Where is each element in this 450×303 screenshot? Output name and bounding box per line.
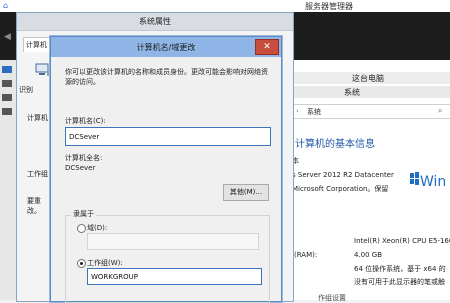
sysprop-fragment: 工作组 [27,170,48,178]
workgroup-input[interactable] [87,268,262,285]
dialog-description: 你可以更改该计算机的名称和成员身份。更改可能会影响对网络资源的访问。 [65,68,268,86]
workgroup-settings-fragment: 作组设置 [318,294,346,302]
search-icon[interactable]: ⌕ [438,106,442,116]
sysprop-fragment: 要重 [27,197,41,205]
back-arrow-icon[interactable]: ◀ [4,32,11,42]
system-properties-titlebar: 系统属性 [17,13,293,31]
sysprop-fragment: 识别 [19,86,33,94]
server-manager-title: 服务器管理器 [305,2,353,11]
computer-name-label: 计算机名(C): [65,117,106,125]
dialog-titlebar: 计算机名/域更改 ✕ [51,37,281,57]
server-manager-nav [0,60,17,300]
computer-icon [35,63,50,76]
file-services-icon[interactable] [2,108,12,115]
this-pc-title: 这台电脑 [352,74,384,83]
address-text: 系统 [307,108,321,116]
all-servers-icon[interactable] [2,94,12,101]
computer-name-input[interactable] [65,127,271,146]
domain-label: 域(D): [87,224,108,232]
system-properties-title: 系统属性 [139,17,171,26]
dashboard-icon[interactable] [2,66,12,73]
domain-radio[interactable] [77,224,86,233]
system-title: 系统 [344,88,360,97]
workgroup-label: 工作组(W): [87,259,123,267]
full-name-value: DCSever [65,164,96,172]
app-icon: ⌂ [3,1,9,10]
dialog-title: 计算机名/域更改 [136,43,196,52]
local-server-icon[interactable] [2,80,12,87]
member-of-label: 隶属于 [71,209,96,219]
windows-logo-text: Win [420,174,447,190]
sysprop-fragment: 计算机 [27,114,48,122]
os-edition: s Server 2012 R2 Datacenter [292,171,394,179]
workgroup-radio[interactable] [77,259,86,268]
spec-ram: 4.00 GB [354,251,383,259]
spec-pen-touch: 没有可用于此显示器的笔或触 [354,278,445,286]
chevron-right-icon: › [296,107,299,115]
domain-input[interactable] [87,233,259,250]
system-header: 系统 [292,86,450,98]
spec-label: (RAM): [294,251,318,259]
this-pc-header: 这台电脑 [292,72,450,84]
basic-info-heading: 计算机的基本信息 [295,139,375,150]
address-bar[interactable]: › 系统 ⌕ [292,104,450,119]
sysprop-fragment: 改。 [27,207,41,215]
full-name-label: 计算机全名: [65,154,103,162]
spec-processor: Intel(R) Xeon(R) CPU E5-160 [354,237,450,245]
computer-name-dialog: 计算机名/域更改 ✕ 你可以更改该计算机的名称和成员身份。更改可能会影响对网络资… [50,36,282,303]
other-button[interactable]: 其他(M)... [223,184,269,201]
system-panel: 这台电脑 系统 › 系统 ⌕ 计算机的基本信息 本 s Server 2012 … [292,60,450,302]
windows-logo-icon [410,172,419,185]
copyright-text: Microsoft Corporation。保留 [292,185,389,193]
close-button[interactable]: ✕ [255,39,279,55]
spec-system-type: 64 位操作系统，基于 x64 的 [354,265,446,273]
